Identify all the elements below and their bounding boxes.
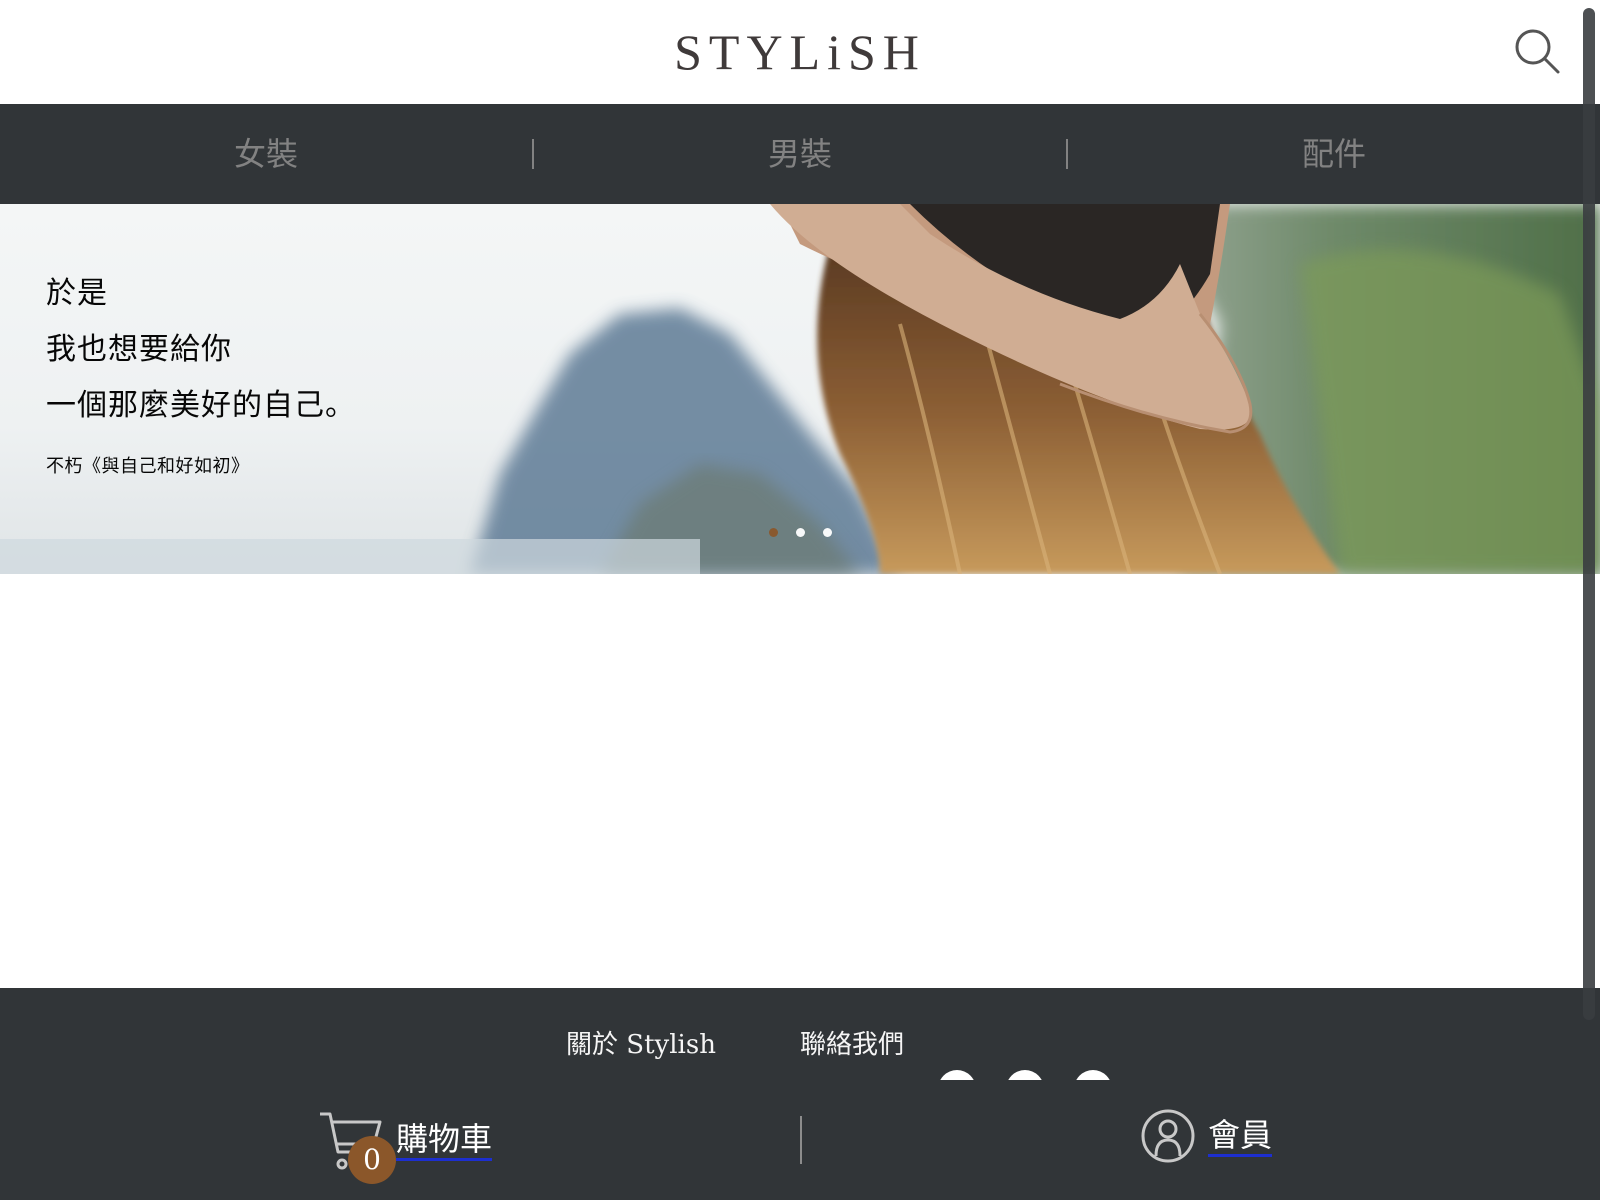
mobile-bottom-bar: 0 購物車 會員 [0,1080,1600,1200]
hero-quote: 於是 我也想要給你 一個那麼美好的自己。 不朽《與自己和好如初》 [46,266,356,478]
bar-divider [800,1116,802,1164]
carousel-dot[interactable] [768,528,778,537]
cart-button[interactable]: 0 購物車 [318,1108,493,1184]
cart-label: 購物車 [396,1120,493,1161]
facebook-icon[interactable] [1074,1070,1112,1080]
cart-count-badge: 0 [348,1136,396,1184]
member-button[interactable]: 會員 [1140,1108,1273,1164]
nav-item-accessories[interactable]: 配件 [1068,104,1600,204]
twitter-icon[interactable] [1006,1070,1044,1080]
search-icon[interactable] [1512,26,1562,76]
carousel-indicators [0,528,1600,537]
member-label: 會員 [1208,1116,1273,1157]
hero-banner[interactable]: 於是 我也想要給你 一個那麼美好的自己。 不朽《與自己和好如初》 [0,204,1600,574]
footer-link-contact[interactable]: 聯絡我們 [800,1024,904,1061]
site-logo[interactable]: STYLiSH [0,24,1600,80]
hero-quote-line: 一個那麼美好的自己。 [46,388,356,423]
scrollbar-thumb[interactable] [1583,8,1595,1020]
site-header: STYLiSH [0,0,1600,104]
nav-item-men[interactable]: 男裝 [534,104,1066,204]
hero-quote-line: 我也想要給你 [46,332,232,367]
footer-links: 關於 Stylish 聯絡我們 [0,1024,1600,1061]
member-icon [1141,1109,1195,1163]
line-icon[interactable] [938,1070,976,1080]
category-nav: 女裝 男裝 配件 [0,104,1600,204]
carousel-dot[interactable] [822,528,832,537]
social-icons [938,1070,1112,1080]
carousel-dot[interactable] [795,528,805,537]
hero-quote-line: 於是 [46,276,108,311]
hero-quote-source: 不朽《與自己和好如初》 [46,456,250,477]
nav-item-women[interactable]: 女裝 [0,104,532,204]
footer-link-about[interactable]: 關於 Stylish [566,1024,716,1061]
